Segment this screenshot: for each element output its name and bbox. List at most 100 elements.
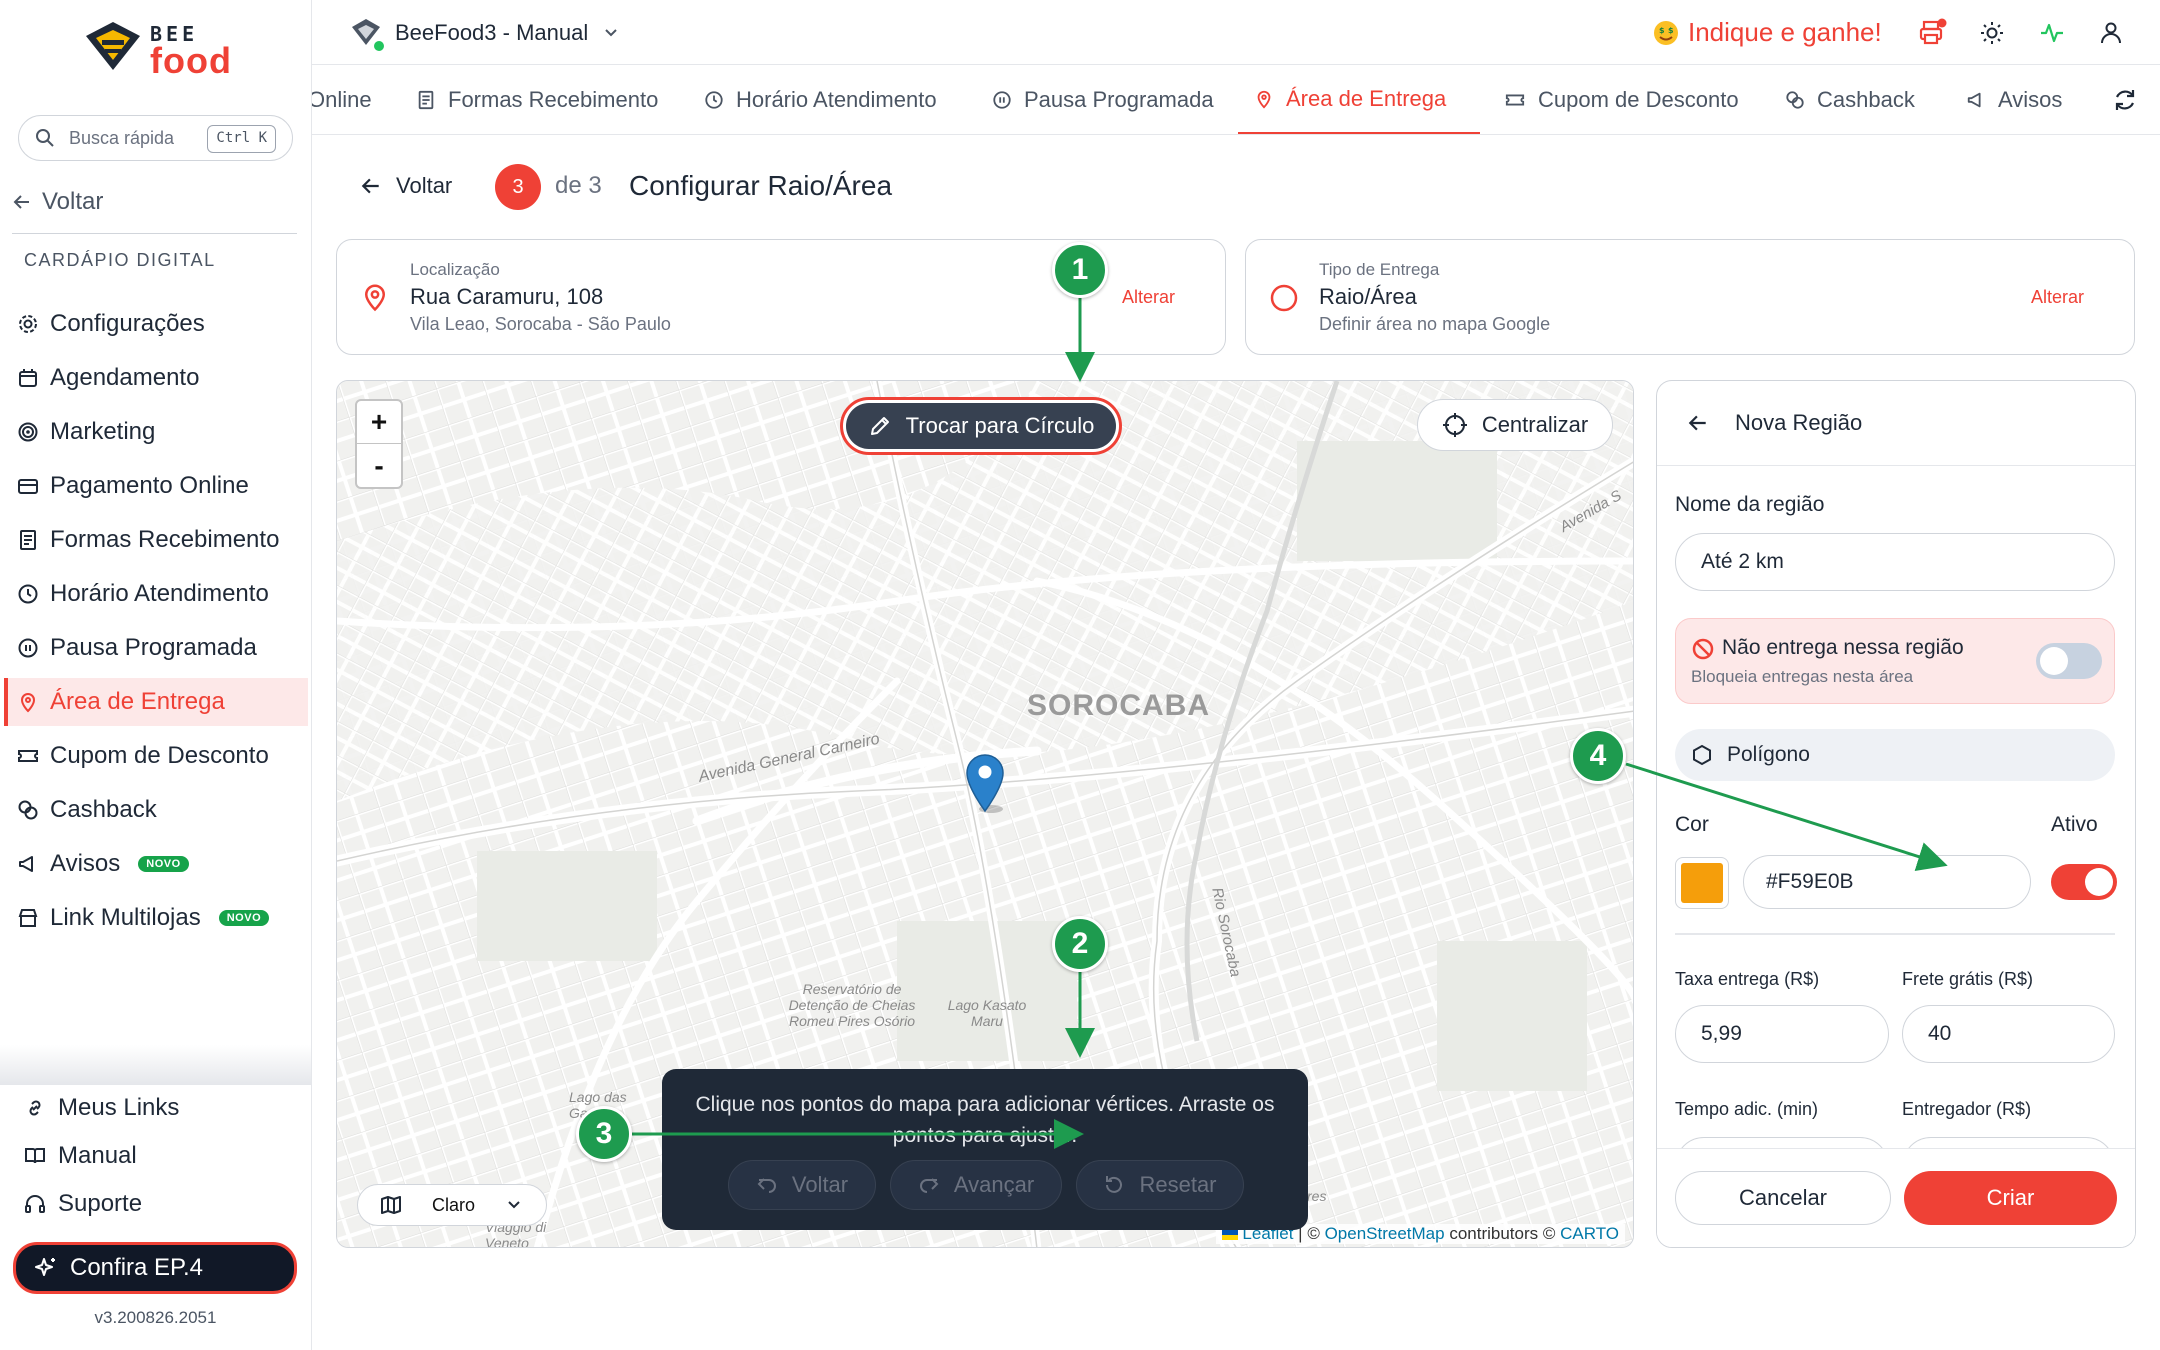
zoom-in-button[interactable]: +	[357, 401, 401, 444]
arrow-left-icon[interactable]	[1687, 412, 1709, 434]
map-theme-select[interactable]: Claro	[357, 1184, 547, 1226]
sidebar-item-label: Cupom de Desconto	[50, 742, 269, 769]
activity-icon[interactable]	[2039, 20, 2065, 46]
sidebar-back-link[interactable]: Voltar	[12, 188, 103, 216]
tab-label: Horário Atendimento	[736, 87, 937, 112]
coins-icon	[1786, 91, 1804, 109]
sidebar-item-pausa-programada[interactable]: Pausa Programada	[4, 624, 308, 672]
color-swatch[interactable]	[1675, 857, 1729, 909]
map-place-label: Lago Kasato Maru	[947, 997, 1027, 1029]
no-delivery-toggle[interactable]	[2036, 643, 2102, 679]
calendar-icon	[16, 366, 40, 390]
referral-link[interactable]: $ $ Indique e ganhe!	[1652, 17, 1882, 48]
receipt-icon	[418, 90, 434, 110]
credit-card-icon	[16, 474, 40, 498]
map-place-label: res	[1307, 1188, 1327, 1204]
store-avatar[interactable]	[348, 15, 388, 55]
switch-to-circle-button[interactable]: Trocar para Círculo	[840, 397, 1122, 455]
zoom-out-button[interactable]: -	[357, 444, 401, 487]
no-delivery-box: Não entrega nessa região Bloqueia entreg…	[1675, 618, 2115, 704]
sidebar-item-label: Marketing	[50, 418, 156, 445]
footer-link-meus-links[interactable]: Meus Links	[24, 1094, 179, 1122]
sidebar-item-marketing[interactable]: Marketing	[4, 408, 308, 456]
delivery-fee-input[interactable]: 5,99	[1675, 1005, 1889, 1063]
color-hex-input[interactable]: #F59E0B	[1743, 855, 2031, 909]
tab-online[interactable]: Online	[312, 65, 372, 134]
promo-episode-button[interactable]: Confira EP.4	[13, 1242, 297, 1294]
sidebar-item-label: Link Multilojas	[50, 904, 201, 931]
undo-icon	[757, 1178, 776, 1193]
store-icon	[16, 906, 40, 930]
reset-polygon-button[interactable]: Resetar	[1076, 1160, 1244, 1210]
region-name-input[interactable]: Até 2 km	[1675, 533, 2115, 591]
sidebar-item-pagamento-online[interactable]: Pagamento Online	[4, 462, 308, 510]
tab-pausa-programada[interactable]: Pausa Programada	[992, 65, 1214, 134]
free-shipping-input[interactable]: 40	[1902, 1005, 2115, 1063]
user-icon[interactable]	[2098, 20, 2124, 46]
clock-icon	[16, 582, 40, 606]
tab-area-de-entrega[interactable]: Área de Entrega	[1238, 65, 1480, 134]
osm-link[interactable]: OpenStreetMap	[1325, 1224, 1445, 1243]
footer-link-manual[interactable]: Manual	[24, 1142, 137, 1170]
tab-horario-atendimento[interactable]: Horário Atendimento	[704, 65, 937, 134]
redo-vertex-button[interactable]: Avançar	[890, 1160, 1062, 1210]
map-place-label: Reservatório de Detenção de Cheias Romeu…	[788, 981, 916, 1029]
sidebar-section-title: CARDÁPIO DIGITAL	[24, 250, 216, 270]
map-icon	[381, 1196, 401, 1214]
no-delivery-title: Não entrega nessa região	[1722, 636, 1964, 659]
create-button[interactable]: Criar	[1904, 1171, 2117, 1225]
undo-label: Voltar	[791, 1172, 849, 1197]
sidebar-item-configuracoes[interactable]: Configurações	[4, 300, 308, 348]
store-name[interactable]: BeeFood3 - Manual	[395, 20, 588, 46]
bee-logo-icon	[86, 22, 140, 70]
color-hex-value: #F59E0B	[1766, 870, 1854, 893]
refresh-icon[interactable]	[2112, 87, 2138, 113]
headset-icon	[25, 1195, 45, 1213]
change-delivery-type-link[interactable]: Alterar	[2031, 287, 2084, 308]
step-back-button[interactable]: Voltar	[360, 173, 452, 199]
undo-vertex-button[interactable]: Voltar	[728, 1160, 876, 1210]
toggle-knob	[2040, 647, 2068, 675]
sidebar: BEE food Busca rápida Ctrl K Voltar CARD…	[0, 0, 312, 1350]
location-marker-icon[interactable]	[965, 753, 1009, 815]
search-placeholder: Busca rápida	[69, 128, 175, 148]
tab-cashback[interactable]: Cashback	[1785, 65, 1915, 134]
sidebar-item-cashback[interactable]: Cashback	[4, 786, 308, 834]
cancel-button[interactable]: Cancelar	[1675, 1171, 1891, 1225]
tab-avisos[interactable]: Avisos	[1966, 65, 2062, 134]
change-location-link[interactable]: Alterar	[1122, 287, 1175, 308]
sidebar-item-cupom-de-desconto[interactable]: Cupom de Desconto	[4, 732, 308, 780]
sidebar-item-avisos[interactable]: Avisos NOVO	[4, 840, 308, 888]
reset-label: Resetar	[1139, 1172, 1217, 1197]
region-name-label: Nome da região	[1675, 493, 1825, 516]
tab-label: Online	[312, 87, 372, 112]
logo-text-bottom: food	[150, 40, 232, 81]
delivery-area-map[interactable]: SOROCABA Avenida General Carneiro Rio So…	[336, 380, 1634, 1248]
carto-link[interactable]: CARTO	[1560, 1224, 1619, 1243]
sidebar-item-link-multilojas[interactable]: Link Multilojas NOVO	[4, 894, 308, 942]
center-map-button[interactable]: Centralizar	[1417, 399, 1613, 451]
tab-formas-recebimento[interactable]: Formas Recebimento	[416, 65, 658, 134]
reset-icon	[1106, 1176, 1123, 1193]
quick-search-input[interactable]: Busca rápida Ctrl K	[18, 115, 293, 161]
printer-icon[interactable]	[1918, 18, 1948, 48]
map-pin-icon	[364, 284, 386, 312]
footer-link-suporte[interactable]: Suporte	[24, 1190, 142, 1218]
sidebar-item-area-de-entrega[interactable]: Área de Entrega	[4, 678, 308, 726]
sidebar-item-formas-recebimento[interactable]: Formas Recebimento	[4, 516, 308, 564]
tab-label: Cupom de Desconto	[1538, 87, 1739, 112]
circle-icon	[1270, 284, 1298, 312]
delivery-type-label: Tipo de Entrega	[1319, 260, 1440, 279]
zoom-control: + -	[355, 399, 403, 489]
sparkles-icon	[35, 1258, 55, 1276]
crosshair-icon	[1442, 413, 1467, 437]
tab-cupom-de-desconto[interactable]: Cupom de Desconto	[1504, 65, 1739, 134]
switch-to-circle-label: Trocar para Círculo	[905, 413, 1095, 438]
panel-title: Nova Região	[1735, 410, 1863, 435]
sidebar-item-agendamento[interactable]: Agendamento	[4, 354, 308, 402]
bee-food-logo[interactable]: BEE food	[80, 18, 250, 82]
chevron-down-icon[interactable]	[602, 24, 620, 42]
active-toggle[interactable]	[2051, 864, 2117, 900]
sidebar-item-horario-atendimento[interactable]: Horário Atendimento	[4, 570, 308, 618]
sun-icon[interactable]	[1979, 20, 2005, 46]
